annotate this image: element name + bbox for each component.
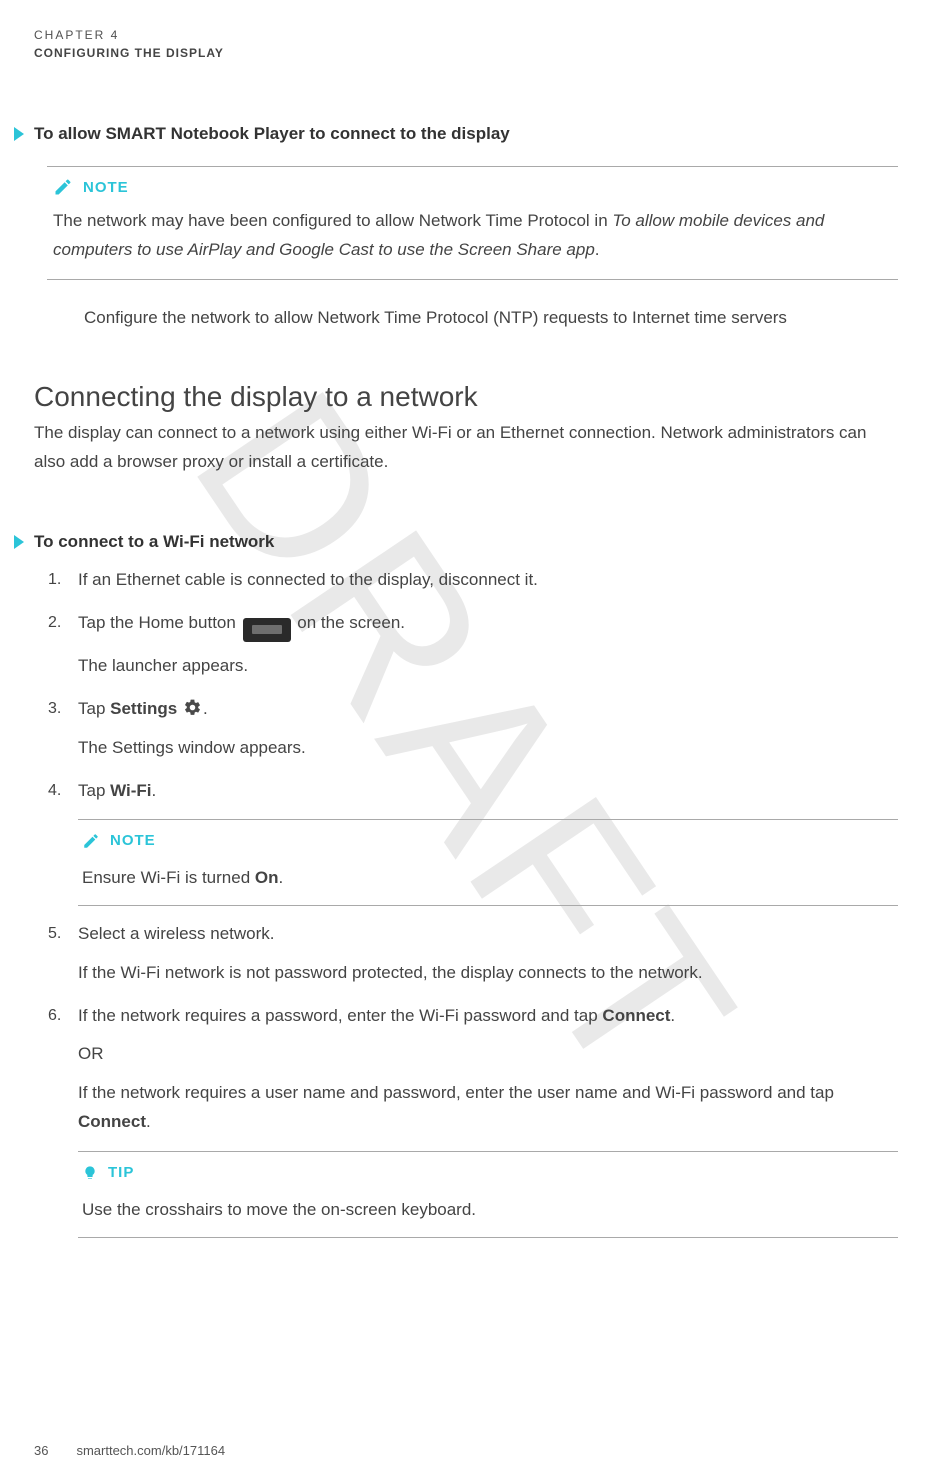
step-item: Tap Settings . The Settings window appea… <box>48 695 898 763</box>
procedure-heading: To connect to a Wi-Fi network <box>14 532 898 552</box>
ordered-steps: If an Ethernet cable is connected to the… <box>48 566 898 1237</box>
step-result: The launcher appears. <box>78 652 898 681</box>
note-text-before: The network may have been configured to … <box>53 211 612 230</box>
step-text-before: Tap <box>78 781 110 800</box>
procedure-line: Configure the network to allow Network T… <box>84 304 898 333</box>
tip-callout: TIP Use the crosshairs to move the on-sc… <box>78 1151 898 1237</box>
note-body: The network may have been configured to … <box>53 207 892 265</box>
step-item: Select a wireless network. If the Wi-Fi … <box>48 920 898 988</box>
pencil-icon <box>53 177 73 197</box>
pencil-icon <box>82 832 100 850</box>
note-label: NOTE <box>83 179 129 196</box>
tip-body: Use the crosshairs to move the on-screen… <box>82 1196 894 1225</box>
procedure-heading-text: To connect to a Wi-Fi network <box>34 532 274 552</box>
document-page: DRAFT CHAPTER 4 CONFIGURING THE DISPLAY … <box>0 0 932 1470</box>
step-text-after: . <box>152 781 157 800</box>
section-title: Connecting the display to a network <box>34 381 898 413</box>
lightbulb-icon <box>82 1163 98 1183</box>
page-number: 36 <box>34 1443 48 1458</box>
step-item: If the network requires a password, ente… <box>48 1002 898 1238</box>
step-alt: If the network requires a user name and … <box>78 1079 898 1137</box>
section-lead: The display can connect to a network usi… <box>34 419 898 477</box>
step-or: OR <box>78 1040 898 1069</box>
note-callout: NOTE The network may have been configure… <box>47 166 898 280</box>
step-text: Select a wireless network. <box>78 924 275 943</box>
gear-icon <box>183 698 202 717</box>
step-item: Tap Wi-Fi. NOTE Ensure Wi-Fi is turned O… <box>48 777 898 906</box>
home-button-icon <box>243 618 291 642</box>
step-text: If an Ethernet cable is connected to the… <box>78 570 538 589</box>
step-text-after: on the screen. <box>297 613 405 632</box>
step-text-followup: If the Wi-Fi network is not password pro… <box>78 959 898 988</box>
step-text-period: . <box>203 699 208 718</box>
step-text-before: If the network requires a password, ente… <box>78 1006 602 1025</box>
step-item: Tap the Home button on the screen. The l… <box>48 609 898 680</box>
step-text-bold: Connect <box>602 1006 670 1025</box>
note-label: NOTE <box>110 828 156 854</box>
step-text-after: . <box>670 1006 675 1025</box>
page-footer: 36 smarttech.com/kb/171164 <box>34 1443 225 1458</box>
step-text-before: Tap <box>78 699 110 718</box>
step-text-space <box>177 699 182 718</box>
procedure-heading-text: To allow SMART Notebook Player to connec… <box>34 124 510 144</box>
step-text-before: Tap the Home button <box>78 613 241 632</box>
chapter-label: CHAPTER 4 <box>34 28 898 42</box>
procedure-heading: To allow SMART Notebook Player to connec… <box>14 124 898 144</box>
arrow-right-icon <box>14 535 24 549</box>
step-text-bold: Wi-Fi <box>110 781 151 800</box>
note-body: Ensure Wi-Fi is turned On. <box>82 864 894 893</box>
tip-label: TIP <box>108 1160 134 1186</box>
footer-url: smarttech.com/kb/171164 <box>76 1443 225 1458</box>
note-text-after: . <box>595 240 600 259</box>
note-callout: NOTE Ensure Wi-Fi is turned On. <box>78 819 898 905</box>
step-item: If an Ethernet cable is connected to the… <box>48 566 898 595</box>
arrow-right-icon <box>14 127 24 141</box>
step-result: The Settings window appears. <box>78 734 898 763</box>
chapter-title: CONFIGURING THE DISPLAY <box>34 46 898 60</box>
step-text-bold: Settings <box>110 699 177 718</box>
